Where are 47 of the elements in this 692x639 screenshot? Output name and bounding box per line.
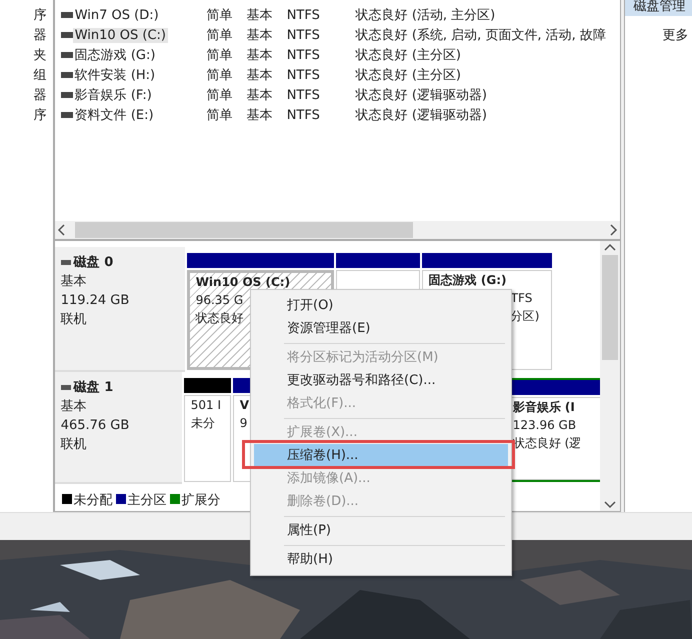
disk-status: 联机 [60, 436, 88, 454]
table-cell-text: 简单 [206, 87, 234, 105]
table-cell-text: NTFS [286, 47, 321, 65]
table-cell: 状态良好 (主分区) [356, 48, 461, 63]
partition-title: 影音娱乐 (I [512, 399, 575, 416]
partition-info: TFS [510, 290, 532, 307]
disk-size: 119.24 GB [60, 292, 130, 310]
table-cell: 状态良好 (系统, 启动, 页面文件, 活动, 故障 [356, 28, 606, 43]
partition-title: V [240, 397, 250, 414]
legend-label: 主分区 [128, 492, 167, 508]
disk-size: 465.76 GB [60, 417, 130, 435]
table-cell-text: NTFS [286, 107, 321, 125]
table-cell-text: 基本 [246, 27, 274, 45]
partition-info: 状态良好 [196, 310, 244, 327]
partition-title: 固态游戏 (G:) [428, 272, 506, 289]
table-cell-text: 基本 [246, 87, 274, 105]
legend-label: 扩展分 [182, 492, 221, 508]
table-cell-text: 简单 [206, 27, 234, 45]
partition-info: 9 [240, 415, 248, 432]
partition-info: 未分 [190, 415, 215, 432]
table-cell-text: NTFS [286, 7, 321, 25]
table-cell: 状态良好 (活动, 主分区) [356, 8, 496, 23]
table-cell-text: 基本 [246, 107, 274, 125]
table-cell-text: NTFS [286, 67, 321, 85]
disk-name: 磁盘 1 [74, 380, 114, 395]
table-cell-text: 简单 [206, 107, 234, 125]
disk-status: 联机 [60, 311, 88, 329]
table-cell-text: 基本 [246, 7, 274, 25]
partition-info: 96.35 G [196, 292, 244, 309]
table-cell: 状态良好 (逻辑驱动器) [356, 88, 487, 103]
table-cell-text: 基本 [246, 47, 274, 65]
table-cell-text: 简单 [206, 7, 234, 25]
disk-type: 基本 [60, 273, 88, 291]
disk-name: 磁盘 0 [74, 255, 114, 270]
partition-info: 123.96 GB [512, 417, 576, 434]
partition-info: 501 I [190, 397, 222, 414]
table-cell-text: 简单 [206, 67, 234, 85]
table-cell-text: 简单 [206, 47, 234, 65]
table-cell-text: NTFS [286, 87, 321, 105]
disk-type: 基本 [60, 398, 88, 416]
partition-title: Win10 OS (C:) [196, 274, 290, 291]
table-cell-text: NTFS [286, 27, 321, 45]
table-cell: 状态良好 (主分区) [356, 68, 461, 83]
partition-info: 分区) [510, 308, 540, 325]
table-cell-text: 基本 [246, 67, 274, 85]
legend-label: 未分配 [74, 492, 113, 508]
table-cell: 状态良好 (逻辑驱动器) [356, 108, 487, 123]
